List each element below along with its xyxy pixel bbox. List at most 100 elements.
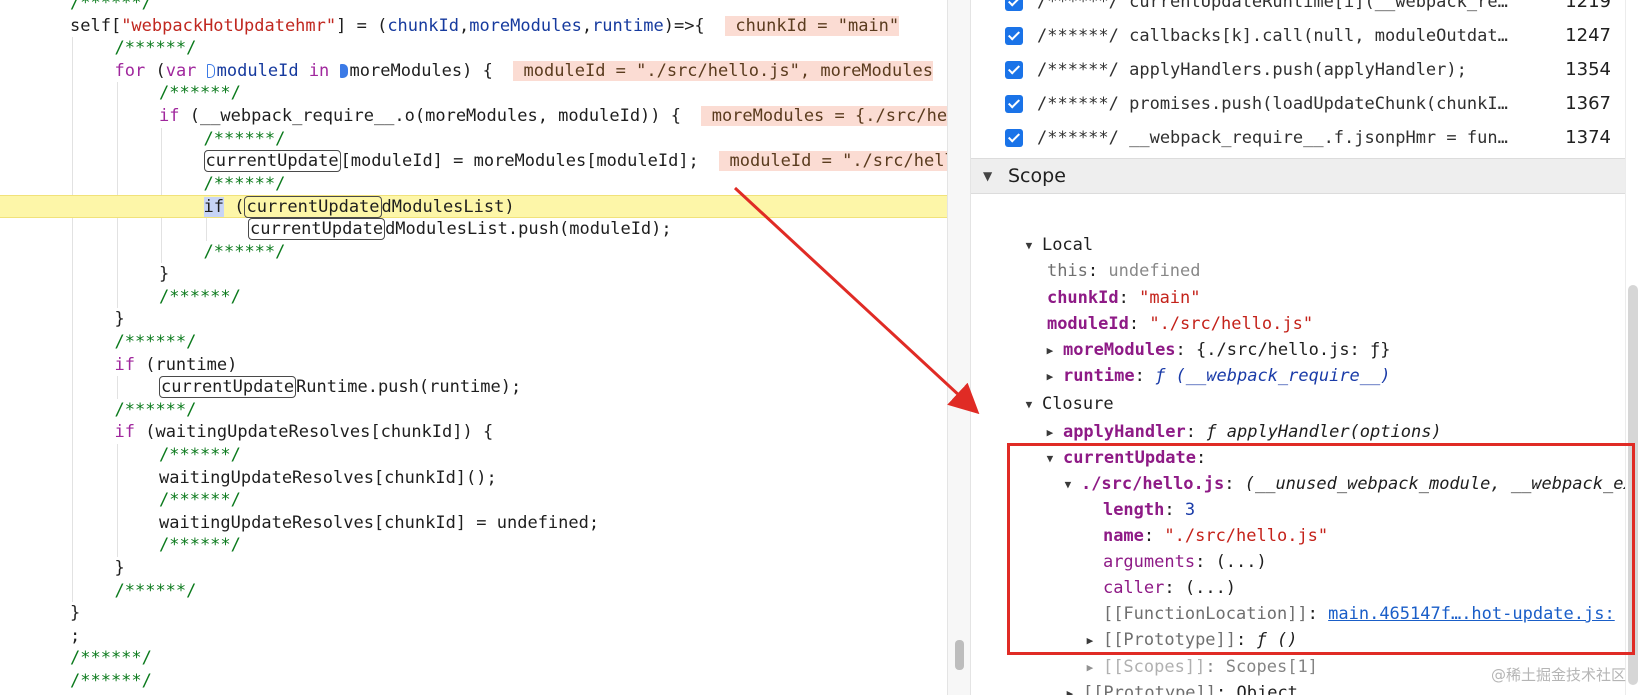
breakpoint-checkbox[interactable] bbox=[1005, 61, 1023, 79]
editor-scrollbar-thumb[interactable] bbox=[955, 640, 964, 670]
chevron-down-icon: ▼ bbox=[983, 169, 993, 183]
inline-value-preview: moduleId = "./src/hello.js" bbox=[719, 151, 947, 172]
code-token: currentUpdate bbox=[244, 196, 382, 219]
breakpoint-item[interactable]: /******/ applyHandlers.push(applyHandler… bbox=[971, 53, 1625, 87]
code-line-content: currentUpdate Runtime.push(runtime); bbox=[159, 376, 521, 399]
code-line: /******/ bbox=[0, 128, 947, 151]
code-line-content: ; bbox=[70, 625, 80, 648]
inline-value-preview: moreModules = {./src/hello.js bbox=[701, 106, 947, 126]
code-token: currentUpdate bbox=[203, 150, 341, 173]
code-token: /******/ bbox=[159, 535, 241, 556]
code-line: waitingUpdateResolves[chunkId](); bbox=[0, 467, 947, 490]
code-line-content: /******/ bbox=[204, 173, 286, 196]
code-token: if bbox=[114, 422, 135, 443]
code-token: (waitingUpdateResolves[chunkId]) { bbox=[134, 422, 494, 443]
code-line: } bbox=[0, 263, 947, 286]
code-token: if bbox=[203, 197, 224, 218]
code-token: /******/ bbox=[114, 580, 197, 601]
scope-var-chunkid: chunkId: "main" bbox=[1046, 288, 1201, 308]
code-token: currentUpdate bbox=[248, 218, 386, 240]
code-line-content: /******/ bbox=[159, 286, 241, 309]
code-line-content: /******/ bbox=[70, 670, 152, 693]
code-line-content: } bbox=[70, 602, 80, 625]
code-line-content: if (waitingUpdateResolves[chunkId]) { bbox=[115, 421, 494, 444]
breakpoint-checkbox[interactable] bbox=[1005, 0, 1023, 11]
code-line: /******/ bbox=[0, 286, 947, 309]
code-token: self[ bbox=[70, 15, 122, 36]
code-token: /******/ bbox=[159, 490, 241, 511]
code-token: /******/ bbox=[203, 173, 286, 194]
code-token: /******/ bbox=[114, 38, 197, 59]
breakpoint-code: /******/ promises.push(loadUpdateChunk(c… bbox=[1037, 94, 1517, 114]
code-token: waitingUpdateResolves[chunkId](); bbox=[159, 467, 497, 488]
code-editor[interactable]: /******/self["webpackHotUpdatehmr"] = (c… bbox=[0, 0, 947, 695]
code-line-content: if (__webpack_require__.o(moreModules, m… bbox=[159, 105, 947, 128]
code-line-content: waitingUpdateResolves[chunkId] = undefin… bbox=[159, 512, 599, 535]
breakpoint-checkbox[interactable] bbox=[1005, 27, 1023, 45]
code-token: ] = ( bbox=[336, 15, 388, 36]
code-line: self["webpackHotUpdatehmr"] = (chunkId,m… bbox=[0, 15, 947, 38]
code-line: /******/ bbox=[0, 534, 947, 557]
code-line: currentUpdate Runtime.push(runtime); bbox=[0, 376, 947, 399]
code-line: /******/ bbox=[0, 489, 947, 512]
code-line: /******/ bbox=[0, 173, 947, 196]
scope-var-applyhandler[interactable]: ▶ applyHandler: ƒ applyHandler(options) bbox=[1002, 392, 1442, 442]
code-token: for bbox=[114, 60, 146, 81]
breakpoint-checkbox[interactable] bbox=[1005, 95, 1023, 113]
code-line: for (var moduleId in moreModules) { modu… bbox=[0, 60, 947, 83]
inline-breakpoint-icon[interactable] bbox=[206, 63, 215, 78]
watermark: @稀土掘金技术社区 bbox=[1490, 666, 1626, 684]
scope-var-runtime[interactable]: ▶ runtime: ƒ (__webpack_require__) bbox=[1002, 336, 1391, 386]
breakpoint-code: /******/ callbacks[k].call(null, moduleO… bbox=[1037, 26, 1517, 46]
scope-var-currentupdate[interactable]: ▼ currentUpdate: bbox=[1002, 418, 1207, 468]
breakpoint-item[interactable]: /******/ currentUpdateRuntime[i](__webpa… bbox=[971, 0, 1625, 19]
code-line: waitingUpdateResolves[chunkId] = undefin… bbox=[0, 512, 947, 535]
scope-prop-prototype-object[interactable]: ▶ [[Prototype]]: Object bbox=[1022, 653, 1298, 695]
code-token: Runtime.push(runtime); bbox=[296, 377, 522, 398]
breakpoint-checkbox[interactable] bbox=[1005, 129, 1023, 147]
panel-splitter[interactable] bbox=[947, 0, 971, 695]
inline-breakpoint-icon[interactable] bbox=[339, 63, 348, 78]
code-token: dModulesList) bbox=[381, 197, 515, 218]
code-line-paused: if (currentUpdate dModulesList) bbox=[0, 195, 947, 219]
scope-var-moremodules[interactable]: ▶ moreModules: {./src/hello.js: ƒ} bbox=[1002, 310, 1391, 360]
scope-section-header[interactable]: ▼ Scope bbox=[971, 158, 1625, 194]
code-line-content: /******/ bbox=[115, 399, 197, 422]
code-line-content: /******/ bbox=[115, 580, 197, 603]
code-line-content: /******/ bbox=[159, 444, 241, 467]
scope-var-moduleid: moduleId: "./src/hello.js" bbox=[1046, 314, 1314, 334]
code-token: } bbox=[114, 558, 125, 578]
code-line-content: waitingUpdateResolves[chunkId](); bbox=[159, 467, 497, 490]
code-token: dModulesList.push(moduleId); bbox=[385, 219, 672, 239]
breakpoint-item[interactable]: /******/ callbacks[k].call(null, moduleO… bbox=[971, 19, 1625, 53]
code-token: "webpackHotUpdatehmr" bbox=[121, 15, 337, 36]
code-line: /******/ bbox=[0, 399, 947, 422]
code-token: [moduleId] = moreModules[moduleId]; bbox=[340, 151, 720, 172]
code-line-content: /******/ bbox=[204, 241, 286, 264]
code-line: /******/ bbox=[0, 82, 947, 105]
chevron-right-icon[interactable]: ▶ bbox=[1063, 680, 1077, 695]
code-line-content: } bbox=[115, 308, 125, 331]
code-token: (runtime) bbox=[134, 354, 238, 375]
code-line: currentUpdate dModulesList.push(moduleId)… bbox=[0, 218, 947, 241]
breakpoint-item[interactable]: /******/ promises.push(loadUpdateChunk(c… bbox=[971, 87, 1625, 121]
code-line-content: /******/ bbox=[70, 647, 152, 670]
code-token: } bbox=[159, 264, 170, 285]
code-token: /******/ bbox=[159, 83, 241, 104]
code-line-content: currentUpdate [moduleId] = moreModules[mo… bbox=[203, 150, 947, 173]
code-line: /******/ bbox=[0, 0, 947, 15]
code-line-content: /******/ bbox=[204, 128, 286, 151]
scope-local-header[interactable]: ▼ Local bbox=[981, 205, 1094, 255]
scope-closure-header[interactable]: ▼ Closure bbox=[981, 364, 1114, 414]
code-line: ; bbox=[0, 625, 947, 648]
code-line: if (__webpack_require__.o(moreModules, m… bbox=[0, 105, 947, 128]
code-token: /******/ bbox=[70, 648, 152, 669]
breakpoint-item[interactable]: /******/ __webpack_require__.f.jsonpHmr … bbox=[971, 121, 1625, 155]
code-line: /******/ bbox=[0, 241, 947, 264]
code-line: currentUpdate [moduleId] = moreModules[mo… bbox=[0, 150, 947, 173]
code-line: /******/ bbox=[0, 670, 947, 693]
code-line: if (runtime) bbox=[0, 354, 947, 377]
code-token: currentUpdate bbox=[159, 376, 297, 399]
code-token: /******/ bbox=[70, 671, 152, 691]
